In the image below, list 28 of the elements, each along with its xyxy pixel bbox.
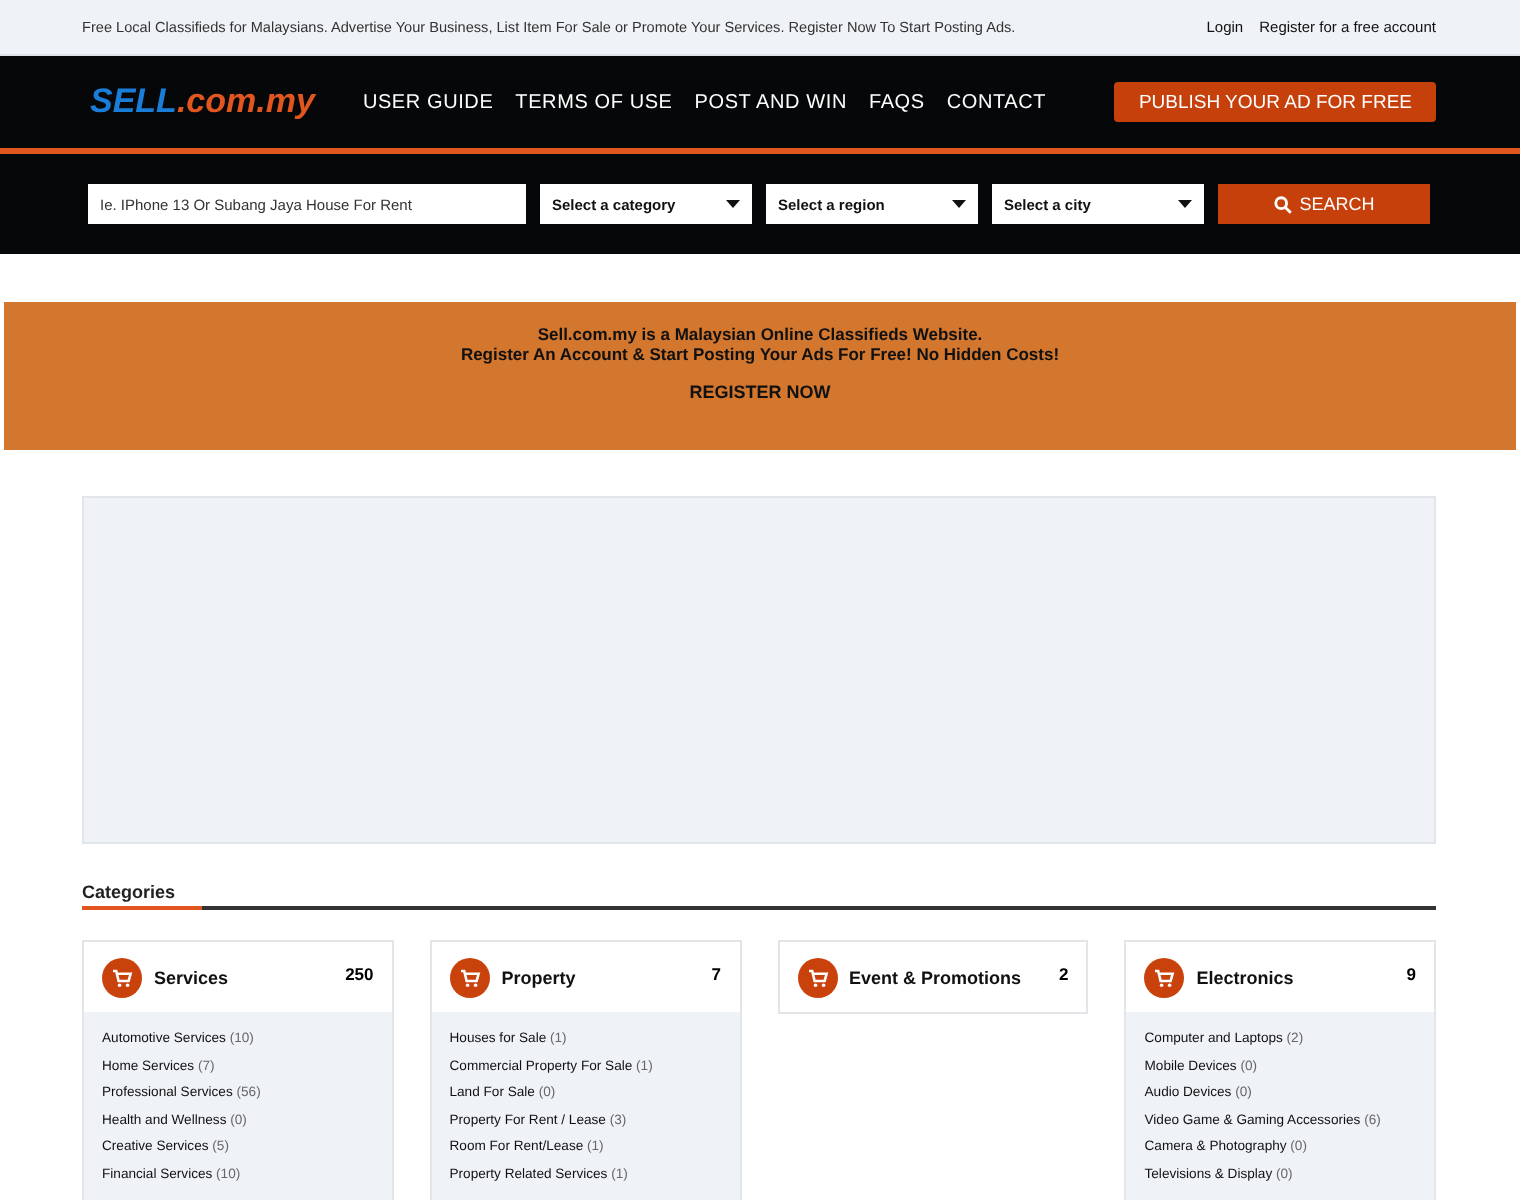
category-link[interactable]: Property: [501, 967, 576, 987]
nav-link[interactable]: USER GUIDE: [362, 91, 494, 113]
caret-icon: [726, 200, 740, 208]
banner-text: Register An Account & Start Posting Your Ads For Free! No Hidden Costs!: [458, 344, 1062, 364]
category-link[interactable]: Services: [154, 967, 229, 987]
site-logo[interactable]: SELL.com.my: [90, 82, 315, 122]
category-count: 9: [1406, 964, 1416, 984]
nav-link[interactable]: CONTACT: [946, 91, 1047, 113]
search-button[interactable]: SEARCH: [1218, 184, 1430, 224]
register-link[interactable]: REGISTER NOW: [689, 382, 831, 402]
nav-link[interactable]: FAQS: [868, 91, 925, 113]
caret-icon: [952, 200, 966, 208]
cart-icon: [449, 957, 490, 997]
publish-ad-button[interactable]: PUBLISH YOUR AD FOR FREE: [1114, 82, 1436, 122]
search-icon: [1273, 195, 1292, 213]
nav-link[interactable]: TERMS OF USE: [515, 91, 673, 113]
category-link[interactable]: Electronics: [1196, 967, 1294, 987]
cart-icon: [102, 957, 142, 997]
category-count: 2: [1059, 964, 1069, 984]
nav-link[interactable]: POST AND WIN: [694, 91, 847, 113]
banner-text: Sell.com.my is a Malaysian Online Classifieds Website.: [535, 324, 985, 344]
caret-icon: [1178, 200, 1192, 208]
section-title: Categories: [82, 882, 176, 902]
category-count: 250: [345, 964, 374, 984]
category-count: 7: [711, 964, 721, 984]
cart-icon: [797, 957, 837, 997]
category-link[interactable]: Event & Promotions: [849, 967, 1022, 987]
cart-icon: [1144, 957, 1185, 997]
